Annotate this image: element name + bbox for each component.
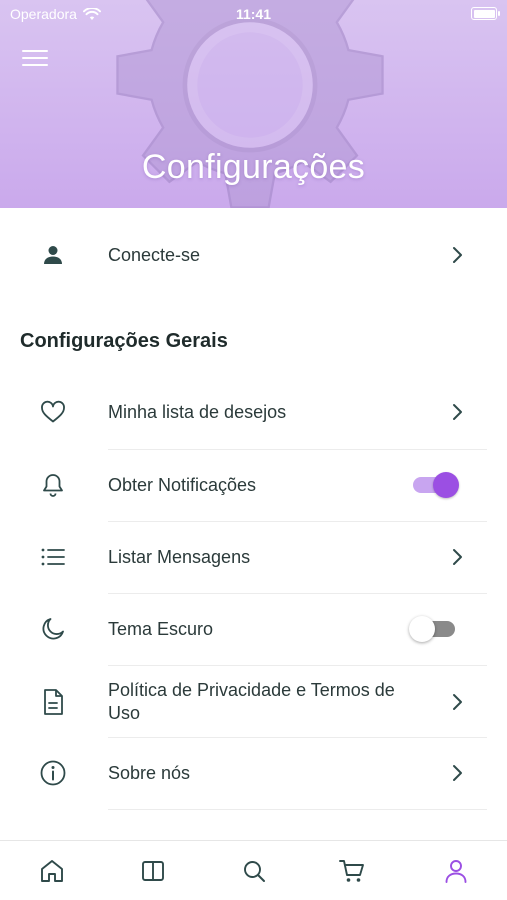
divider [108,449,487,450]
bell-icon [38,470,68,500]
document-icon [38,687,68,717]
divider [108,593,487,594]
header-banner: Operadora 11:41 Configurações [0,0,507,208]
info-icon [38,758,68,788]
chevron-right-icon [453,404,462,420]
divider [108,521,487,522]
list-icon [38,542,68,572]
profile-icon[interactable] [442,857,470,885]
about-label: Sobre nós [108,762,191,783]
about-row[interactable]: Sobre nós [0,750,507,796]
cart-icon[interactable] [338,857,366,885]
wishlist-label: Minha lista de desejos [108,401,287,422]
bottom-navigation [0,840,507,900]
heart-icon [38,397,68,427]
login-row[interactable]: Conecte-se [0,232,507,278]
hamburger-menu-icon[interactable] [22,50,48,70]
chevron-right-icon [453,247,462,263]
wishlist-row[interactable]: Minha lista de desejos [0,389,507,435]
divider [108,665,487,666]
book-icon[interactable] [139,857,167,885]
privacy-label: Política de Privacidade e Termos de Uso [108,680,395,723]
moon-icon [38,614,68,644]
chevron-right-icon [453,765,462,781]
login-label: Conecte-se [108,244,201,265]
search-icon[interactable] [240,857,268,885]
chevron-right-icon [453,694,462,710]
notifications-toggle[interactable] [413,472,459,498]
notifications-row: Obter Notificações [0,462,507,508]
chevron-right-icon [453,549,462,565]
divider [108,809,487,810]
dark-theme-row: Tema Escuro [0,606,507,652]
notifications-label: Obter Notificações [108,474,257,495]
person-icon [38,240,68,270]
clock: 11:41 [235,6,272,22]
status-bar: Operadora 11:41 [0,0,507,28]
section-title-general: Configurações Gerais [20,330,228,352]
home-icon[interactable] [38,857,66,885]
dark-theme-label: Tema Escuro [108,618,214,639]
messages-label: Listar Mensagens [108,546,251,567]
messages-row[interactable]: Listar Mensagens [0,534,507,580]
battery-icon [471,7,500,20]
divider [108,737,487,738]
privacy-row[interactable]: Política de Privacidade e Termos de Uso [0,678,507,726]
dark-theme-toggle[interactable] [409,616,455,642]
page-title: Configurações [141,148,366,186]
